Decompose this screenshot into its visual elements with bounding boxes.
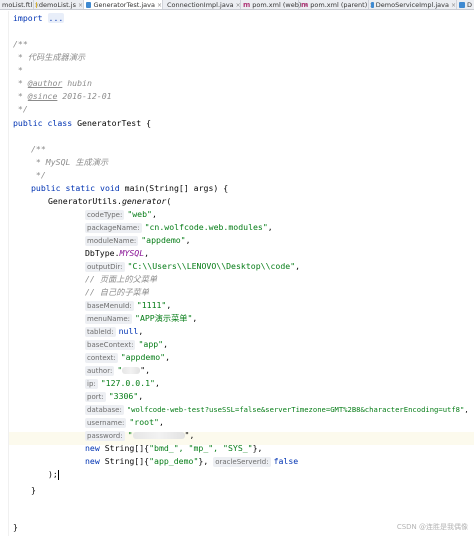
tab-demoserviceimpl-java[interactable]: DemoServiceImpl.java × <box>369 0 457 9</box>
code-line: */ <box>31 170 46 180</box>
gutter <box>8 11 9 536</box>
param-hint: moduleName: <box>85 236 139 246</box>
code-line: * 代码生成器演示 <box>13 52 86 62</box>
code-line-arg: moduleName: "appdemo", <box>85 235 191 246</box>
tab-label: ConnectionImpl.java <box>167 1 234 9</box>
tab-generatortest-java[interactable]: GeneratorTest.java × <box>84 0 163 9</box>
param-hint: port: <box>85 392 106 402</box>
folded-imports[interactable]: ... <box>47 13 65 23</box>
java-class-icon <box>86 2 92 8</box>
code-line-arg: username: "root", <box>85 417 164 428</box>
code-line-arg: ip: "127.0.0.1", <box>85 378 160 389</box>
code-line-import: import ... <box>13 13 65 23</box>
param-hint: codeType: <box>85 210 125 220</box>
code-line-main: public static void main(String[] args) { <box>31 183 229 193</box>
redacted-value <box>122 367 141 374</box>
js-file-icon <box>36 2 37 8</box>
tab-molist-ftl[interactable]: moList.ftl× <box>0 0 39 9</box>
code-comment: // 自己的子菜单 <box>85 287 149 297</box>
code-line: * @author hubin <box>13 78 92 88</box>
param-hint: tableId: <box>85 327 116 337</box>
code-comment: // 页面上的父菜单 <box>85 274 158 284</box>
param-hint: database: <box>85 405 124 415</box>
param-hint: author: <box>85 366 115 376</box>
code-line: /** <box>31 144 46 154</box>
tab-label: pom.xml (web) <box>252 1 302 9</box>
code-line-call: GeneratorUtils.generator( <box>48 196 172 206</box>
java-class-icon <box>459 2 465 8</box>
code-line: * @since 2016-12-01 <box>13 91 112 101</box>
param-hint: context: <box>85 353 118 363</box>
param-hint: outputDir: <box>85 262 125 272</box>
param-hint: password: <box>85 431 125 441</box>
code-line-arg: new String[]{"app_demo"}, oracleServerId… <box>85 456 299 467</box>
code-line-close-method: } <box>31 485 36 495</box>
code-line-arg: baseMenuId: "1111", <box>85 300 172 311</box>
code-line-arg: password: " ", <box>85 430 195 441</box>
code-line: * <box>13 65 23 75</box>
close-icon[interactable]: × <box>78 2 83 9</box>
code-line-arg: codeType: "web", <box>85 209 157 220</box>
tab-pom-web[interactable]: m pom.xml (web) × <box>241 0 308 9</box>
close-icon[interactable]: × <box>451 2 456 9</box>
tab-label: GeneratorTest.java <box>93 1 155 9</box>
code-line-arg: menuName: "APP演示菜单", <box>85 313 198 324</box>
param-hint: packageName: <box>85 223 142 233</box>
tab-connectionimpl-java[interactable]: ConnectionImpl.java × <box>163 0 241 9</box>
editor-tab-bar: moList.ftl× demoList.js× GeneratorTest.j… <box>0 0 474 10</box>
param-hint: ip: <box>85 379 98 389</box>
param-hint: baseMenuId: <box>85 301 134 311</box>
param-hint: baseContext: <box>85 340 136 350</box>
close-icon[interactable]: × <box>236 2 241 9</box>
code-line-arg: new String[]{"bmd_", "mp_", "SYS_"}, <box>85 443 263 453</box>
tab-label: pom.xml (parent) <box>310 1 368 9</box>
param-hint: username: <box>85 418 127 428</box>
param-hint: menuName: <box>85 314 133 324</box>
java-class-icon <box>371 2 374 8</box>
tab-demolist-js[interactable]: demoList.js × <box>34 0 84 9</box>
code-line-class: public class GeneratorTest { <box>13 118 152 128</box>
code-line: /** <box>13 39 28 49</box>
code-line-arg: packageName: "cn.wolfcode.web.modules", <box>85 222 273 233</box>
code-line-dbtype: DbType.MYSQL, <box>85 248 150 258</box>
maven-icon: m <box>243 1 251 9</box>
maven-icon: m <box>301 1 309 9</box>
tab-label: DemoServiceImpl.java <box>375 1 449 9</box>
tab-pom-parent[interactable]: mpom.xml (parent)× <box>299 0 374 9</box>
code-editor[interactable]: import ... /** * 代码生成器演示 * * @author hub… <box>0 11 474 536</box>
tab-label: D <box>467 1 473 9</box>
code-line-arg: port: "3306", <box>85 391 144 402</box>
watermark: CSDN @连胜是我偶像 <box>396 523 468 531</box>
tab-label: demoList.js <box>38 1 76 9</box>
code-line-close-class: } <box>13 522 18 532</box>
code-line-arg: baseContext: "app", <box>85 339 169 350</box>
text-caret <box>57 469 59 480</box>
close-icon[interactable]: × <box>157 2 162 9</box>
code-line-arg: outputDir: "C:\\Users\\LENOVO\\Desktop\\c… <box>85 261 301 272</box>
code-line-arg: tableId: null, <box>85 326 144 337</box>
tab-overflow[interactable]: D <box>457 0 474 9</box>
param-hint: oracleServerId: <box>213 457 271 467</box>
tab-label: moList.ftl <box>2 1 33 9</box>
code-line-arg: context: "appdemo", <box>85 352 171 363</box>
code-line-close-call: ); <box>48 469 59 480</box>
redacted-value <box>132 432 185 439</box>
code-line: * MySQL 生成演示 <box>31 157 109 167</box>
code-line-arg: database: "wolfcode-web-test?useSSL=false… <box>85 405 469 415</box>
code-line: */ <box>13 104 28 114</box>
code-line-arg: author: " ", <box>85 365 151 376</box>
